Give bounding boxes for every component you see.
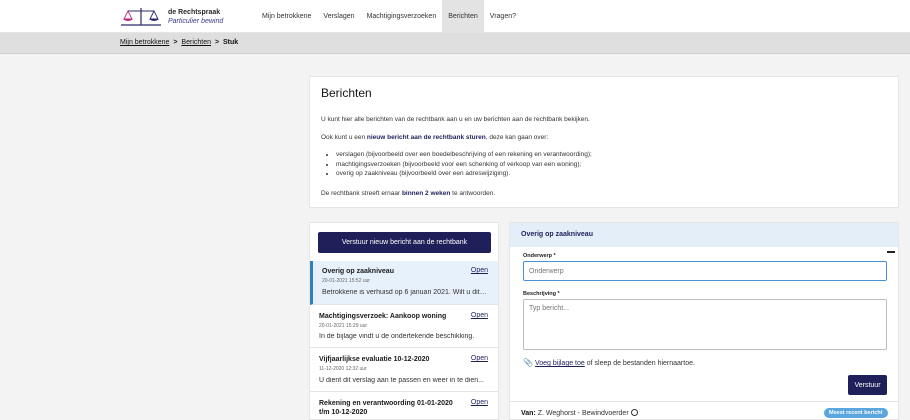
response-time-emphasis: binnen 2 weken bbox=[401, 190, 451, 197]
open-link[interactable]: Open bbox=[471, 312, 488, 319]
text-fragment: te antwoorden. bbox=[450, 190, 496, 197]
paperclip-icon: 📎 bbox=[523, 358, 533, 367]
collapse-icon[interactable] bbox=[887, 251, 895, 253]
sender-label: Van: bbox=[521, 410, 536, 417]
add-attachment-link[interactable]: Voeg bijlage toe bbox=[535, 360, 585, 367]
breadcrumb-berichten[interactable]: Berichten bbox=[181, 39, 211, 46]
attachment-row: 📎 Voeg bijlage toe of sleep de bestanden … bbox=[523, 358, 695, 367]
nav-verslagen[interactable]: Verslagen bbox=[317, 0, 360, 33]
nav-vragen[interactable]: Vragen? bbox=[484, 0, 522, 33]
text-fragment: Ook kunt u een bbox=[321, 134, 367, 141]
description-label: Beschrijving * bbox=[523, 291, 560, 297]
submit-button[interactable]: Verstuur bbox=[848, 375, 887, 395]
open-link[interactable]: Open bbox=[471, 399, 488, 406]
nav-berichten[interactable]: Berichten bbox=[442, 0, 484, 33]
new-message-emphasis: nieuw bericht aan de rechtbank sturen bbox=[366, 134, 486, 141]
open-link[interactable]: Open bbox=[471, 355, 488, 362]
sender-line: Van: Z. Weghorst - Bewindvoerder bbox=[521, 409, 638, 417]
breadcrumb: Mijn betrokkene > Berichten > Stuk bbox=[120, 39, 238, 46]
message-title: Vijfjaarlijkse evaluatie 10-12-2020 bbox=[319, 356, 430, 363]
message-preview: U dient dit verslag aan te passen en wee… bbox=[319, 377, 484, 384]
main-nav: Mijn betrokkene Verslagen Machtigingsver… bbox=[256, 0, 522, 33]
divider bbox=[510, 401, 898, 402]
message-list: Verstuur nieuw bericht aan de rechtbank … bbox=[309, 222, 499, 420]
nav-machtigingsverzoeken[interactable]: Machtigingsverzoeken bbox=[361, 0, 443, 33]
new-message-text: Ook kunt u een nieuw bericht aan de rech… bbox=[321, 134, 548, 141]
panel-title: Overig op zaakniveau bbox=[521, 231, 593, 238]
topic-item: overig op zaakniveau (bijvoorbeeld over … bbox=[336, 169, 592, 179]
panel-header: Overig op zaakniveau bbox=[510, 223, 898, 247]
list-item[interactable]: Rekening en verantwoording 01-01-2020 t/… bbox=[310, 392, 498, 419]
topic-list: verslagen (bijvoorbeeld over een boedelb… bbox=[336, 150, 592, 179]
topic-item: verslagen (bijvoorbeeld over een boedelb… bbox=[336, 150, 592, 160]
subject-input[interactable] bbox=[523, 261, 887, 281]
message-date: 20-01-2021 15:29 uur bbox=[319, 323, 368, 329]
message-title: Rekening en verantwoording 01-01-2020 t/… bbox=[319, 400, 453, 416]
open-link[interactable]: Open bbox=[471, 267, 488, 274]
send-new-message-button[interactable]: Verstuur nieuw bericht aan de rechtbank bbox=[318, 232, 491, 253]
list-item[interactable]: Vijfjaarlijkse evaluatie 10-12-2020 Open… bbox=[310, 348, 498, 392]
message-preview: In de bijlage vindt u de ondertekende be… bbox=[319, 333, 475, 340]
page-title: Berichten bbox=[321, 86, 372, 100]
response-time-text: De rechtbank streeft ernaar binnen 2 wek… bbox=[321, 190, 495, 197]
message-date: 20-01-2021 15:52 uur bbox=[322, 278, 371, 284]
text-fragment: De rechtbank streeft ernaar bbox=[321, 190, 402, 197]
attachment-hint: of sleep de bestanden hiernaartoe. bbox=[584, 360, 695, 367]
intro-text: U kunt hier alle berichten van de rechtb… bbox=[321, 116, 590, 123]
list-item[interactable]: Overig op zaakniveau Open 20-01-2021 15:… bbox=[310, 261, 498, 305]
most-recent-badge: Meest recent bericht bbox=[824, 408, 888, 418]
message-title: Machtigingsverzoek: Aankoop woning bbox=[319, 313, 447, 320]
message-form-panel: Overig op zaakniveau Onderwerp * Beschri… bbox=[509, 222, 899, 420]
breadcrumb-current: Stuk bbox=[223, 39, 239, 46]
rechtspraak-logo[interactable]: de Rechtspraak Particulier bewind bbox=[118, 4, 248, 30]
list-item[interactable]: Machtigingsverzoek: Aankoop woning Open … bbox=[310, 305, 498, 348]
nav-mijn-betrokkene[interactable]: Mijn betrokkene bbox=[256, 0, 317, 33]
message-title: Overig op zaakniveau bbox=[322, 268, 394, 275]
description-textarea[interactable] bbox=[523, 299, 887, 350]
sender-name: Z. Weghorst - Bewindvoerder bbox=[535, 410, 629, 417]
top-navigation: de Rechtspraak Particulier bewind Mijn b… bbox=[0, 0, 910, 33]
info-card: Berichten U kunt hier alle berichten van… bbox=[309, 76, 899, 208]
brand-title: de Rechtspraak bbox=[168, 9, 221, 16]
message-preview: Betrokkene is verhuisd op 6 januari 2021… bbox=[322, 289, 487, 296]
user-icon bbox=[630, 409, 638, 416]
breadcrumb-mijn-betrokkene[interactable]: Mijn betrokkene bbox=[120, 39, 169, 46]
breadcrumb-bar: Mijn betrokkene > Berichten > Stuk bbox=[0, 33, 910, 54]
brand-subtitle: Particulier bewind bbox=[168, 18, 224, 25]
breadcrumb-separator: > bbox=[173, 39, 178, 46]
message-date: 11-12-2020 12:32 uur bbox=[319, 366, 367, 372]
scales-of-justice-icon bbox=[121, 8, 161, 26]
text-fragment: , deze kan gaan over: bbox=[485, 134, 549, 141]
topic-item: machtigingsverzoeken (bijvoorbeeld voor … bbox=[336, 160, 592, 170]
subject-label: Onderwerp * bbox=[523, 253, 556, 259]
breadcrumb-separator: > bbox=[214, 39, 220, 46]
